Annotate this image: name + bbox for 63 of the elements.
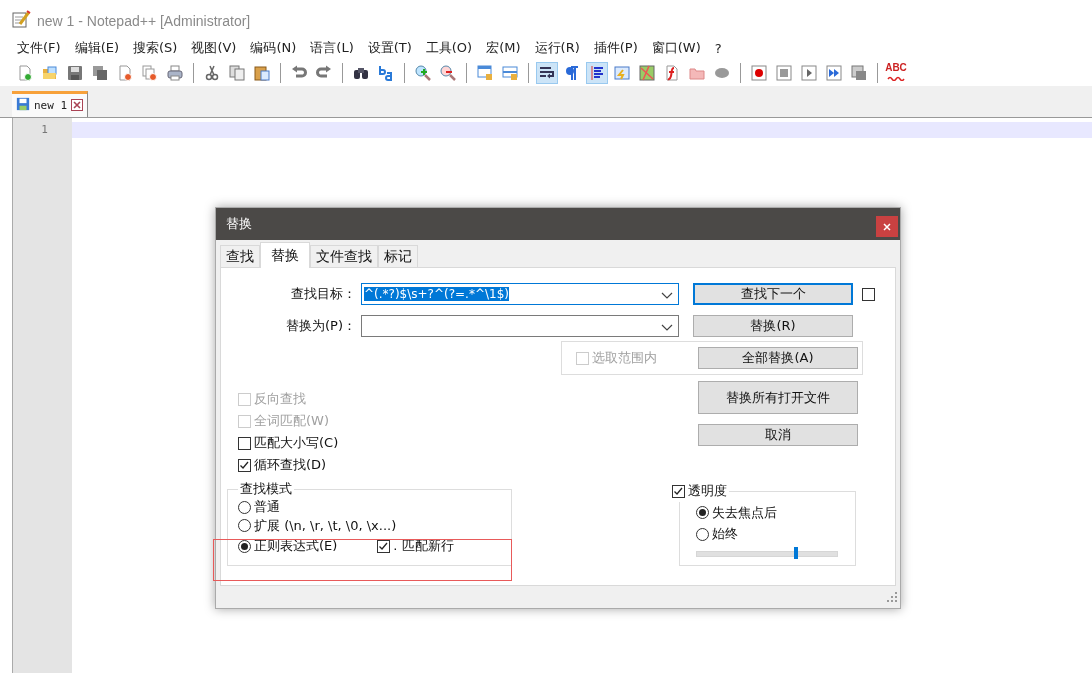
printer-icon[interactable] [164,62,186,84]
menu-item[interactable]: 宏(M) [479,39,528,57]
combo-field[interactable] [361,315,679,337]
dialog-button[interactable]: 替换所有打开文件 [698,381,858,414]
indent-guide-icon[interactable] [586,62,608,84]
fast-forward-icon[interactable] [823,62,845,84]
menu-item[interactable]: 搜索(S) [126,39,185,57]
combo-field[interactable]: ^(.*?)$\s+?^(?=.*^\1$) [361,283,679,305]
copy-icon[interactable] [226,62,248,84]
checkbox-label: 透明度 [688,482,727,500]
group-title: 查找模式 [239,480,293,498]
radio-label: 失去焦点后 [712,503,777,522]
window-title: new 1 - Notepad++ [Administrator] [37,13,251,29]
checkbox[interactable] [862,287,875,301]
record-icon[interactable] [748,62,770,84]
menu-item[interactable]: 插件(P) [586,39,645,57]
radio-label: 普通 [254,498,280,517]
menu-item[interactable]: 工具(O) [418,39,480,57]
checkbox-label: 匹配大小写(C) [254,434,339,452]
checkbox[interactable] [238,458,251,472]
checkbox-label: 全词匹配(W) [254,412,329,430]
dialog-button[interactable]: 查找下一个 [693,283,853,305]
menu-item[interactable]: ? [707,40,729,56]
menu-item[interactable]: 文件(F) [10,39,68,57]
word-wrap-icon[interactable] [536,62,558,84]
checkbox[interactable] [672,484,685,498]
radio-button[interactable] [696,527,709,541]
dialog-tab[interactable]: 替换 [260,242,310,268]
checkbox-label: 循环查找(D) [254,456,327,474]
file-tab[interactable]: new 1 [12,91,89,117]
dialog-button[interactable]: 替换(R) [693,315,853,337]
radio-button[interactable] [696,506,709,520]
line-number: 1 [40,122,48,138]
menu-item[interactable]: 视图(V) [184,39,244,57]
dialog-tab[interactable]: 查找 [220,245,260,267]
slider-thumb[interactable] [794,547,799,560]
radio-label: 始终 [712,525,738,544]
map-icon[interactable] [636,62,658,84]
close-button[interactable] [876,216,898,237]
dialog-tab[interactable]: 文件查找 [310,245,378,267]
menu-item[interactable]: 窗口(W) [644,39,708,57]
menu-item[interactable]: 编码(N) [243,39,304,57]
dialog-button[interactable]: 取消 [698,424,858,446]
menu-item[interactable]: 设置(T) [360,39,419,57]
dialog-tab[interactable]: 标记 [378,245,418,267]
dialog-title: 替换 [226,215,252,233]
menu-item[interactable]: 运行(R) [527,39,587,57]
radio-label: 正则表达式(E) [254,537,338,555]
checkbox-label: 反向查找 [254,390,306,408]
dialog-button[interactable]: 全部替换(A) [698,347,858,369]
field-label: 替换为(P)： [285,317,357,335]
radio-button[interactable] [238,519,251,533]
close-icon [882,221,892,232]
stop-icon[interactable] [773,62,795,84]
checkbox-label: 选取范围内 [592,349,657,367]
play-icon[interactable] [798,62,820,84]
checkbox-label: . 匹配新行 [393,537,454,555]
menu-item[interactable]: 语言(L) [303,39,361,57]
menu-item[interactable]: 编辑(E) [67,39,126,57]
radio-button[interactable] [238,500,251,514]
radio-label: 扩展 (\n, \r, \t, \0, \x...) [254,516,397,535]
field-label: 查找目标： [290,285,357,303]
checkbox[interactable] [238,436,251,450]
